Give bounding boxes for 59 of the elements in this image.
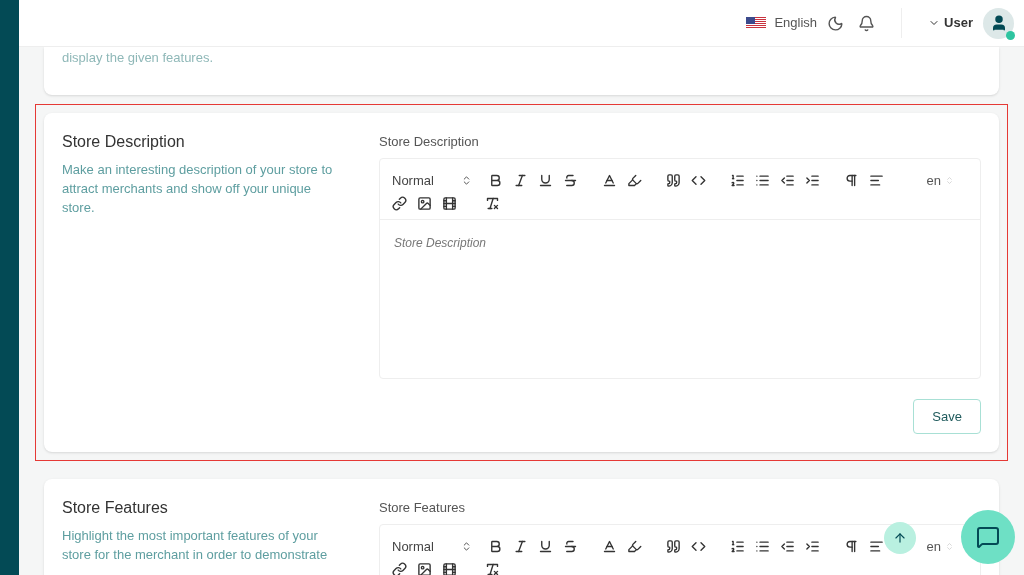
sort-icon — [461, 540, 472, 552]
flag-icon — [746, 17, 767, 29]
highlighter-icon[interactable] — [627, 172, 642, 188]
strikethrough-icon[interactable] — [563, 172, 578, 188]
section-title: Store Description — [62, 132, 186, 152]
format-dropdown[interactable]: Normal — [392, 170, 472, 190]
video-icon[interactable] — [442, 562, 457, 575]
align-left-icon[interactable] — [869, 538, 884, 554]
language-button[interactable]: English — [746, 13, 818, 33]
clear-format-icon[interactable] — [485, 196, 500, 211]
ordered-list-icon[interactable] — [730, 538, 745, 554]
notification-icon[interactable] — [858, 14, 876, 32]
italic-icon[interactable] — [513, 172, 528, 188]
field-label: Store Features — [379, 499, 466, 517]
quote-icon[interactable] — [666, 538, 681, 554]
language-select[interactable]: en — [926, 536, 954, 556]
bold-icon[interactable] — [488, 538, 503, 554]
indent-icon[interactable] — [805, 538, 820, 554]
link-icon[interactable] — [392, 562, 407, 575]
format-dropdown[interactable]: Normal — [392, 536, 472, 556]
text-color-icon[interactable] — [602, 172, 617, 188]
bullet-list-icon[interactable] — [755, 172, 770, 188]
rich-text-editor[interactable]: Normal en Store Description — [379, 157, 981, 379]
bullet-list-icon[interactable] — [755, 538, 770, 554]
strikethrough-icon[interactable] — [563, 538, 578, 554]
image-icon[interactable] — [417, 196, 432, 211]
highlighter-icon[interactable] — [627, 538, 642, 554]
editor-placeholder[interactable]: Store Description — [394, 236, 487, 250]
section-title: Store Features — [62, 498, 169, 518]
link-icon[interactable] — [392, 196, 407, 211]
underline-icon[interactable] — [538, 172, 553, 188]
image-icon[interactable] — [417, 562, 432, 575]
bold-icon[interactable] — [488, 172, 503, 188]
outdent-icon[interactable] — [780, 172, 795, 188]
underline-icon[interactable] — [538, 538, 553, 554]
section-description: Highlight the most important features of your store for the merchant in order to demonstrate — [62, 527, 329, 564]
moon-icon[interactable] — [827, 14, 845, 32]
sort-icon — [945, 175, 954, 185]
sort-icon — [461, 174, 472, 186]
video-icon[interactable] — [442, 196, 457, 211]
pilcrow-icon[interactable] — [844, 172, 859, 188]
sort-icon — [945, 541, 954, 551]
pilcrow-icon[interactable] — [844, 538, 859, 554]
outdent-icon[interactable] — [780, 538, 795, 554]
language-select[interactable]: en — [926, 170, 954, 190]
ordered-list-icon[interactable] — [730, 172, 745, 188]
clear-format-icon[interactable] — [485, 562, 500, 575]
italic-icon[interactable] — [513, 538, 528, 554]
align-left-icon[interactable] — [869, 172, 884, 188]
quote-icon[interactable] — [666, 172, 681, 188]
text-color-icon[interactable] — [602, 538, 617, 554]
user-avatar[interactable] — [983, 7, 1014, 39]
section-description: display the given features. — [62, 49, 215, 67]
user-menu[interactable]: User — [928, 13, 973, 33]
save-button[interactable]: Save — [913, 399, 981, 434]
section-description: Make an interesting description of your store to attract merchants and show off your unique store. — [62, 161, 334, 217]
chat-icon — [976, 525, 1000, 549]
field-label: Store Description — [379, 133, 480, 151]
indent-icon[interactable] — [805, 172, 820, 188]
